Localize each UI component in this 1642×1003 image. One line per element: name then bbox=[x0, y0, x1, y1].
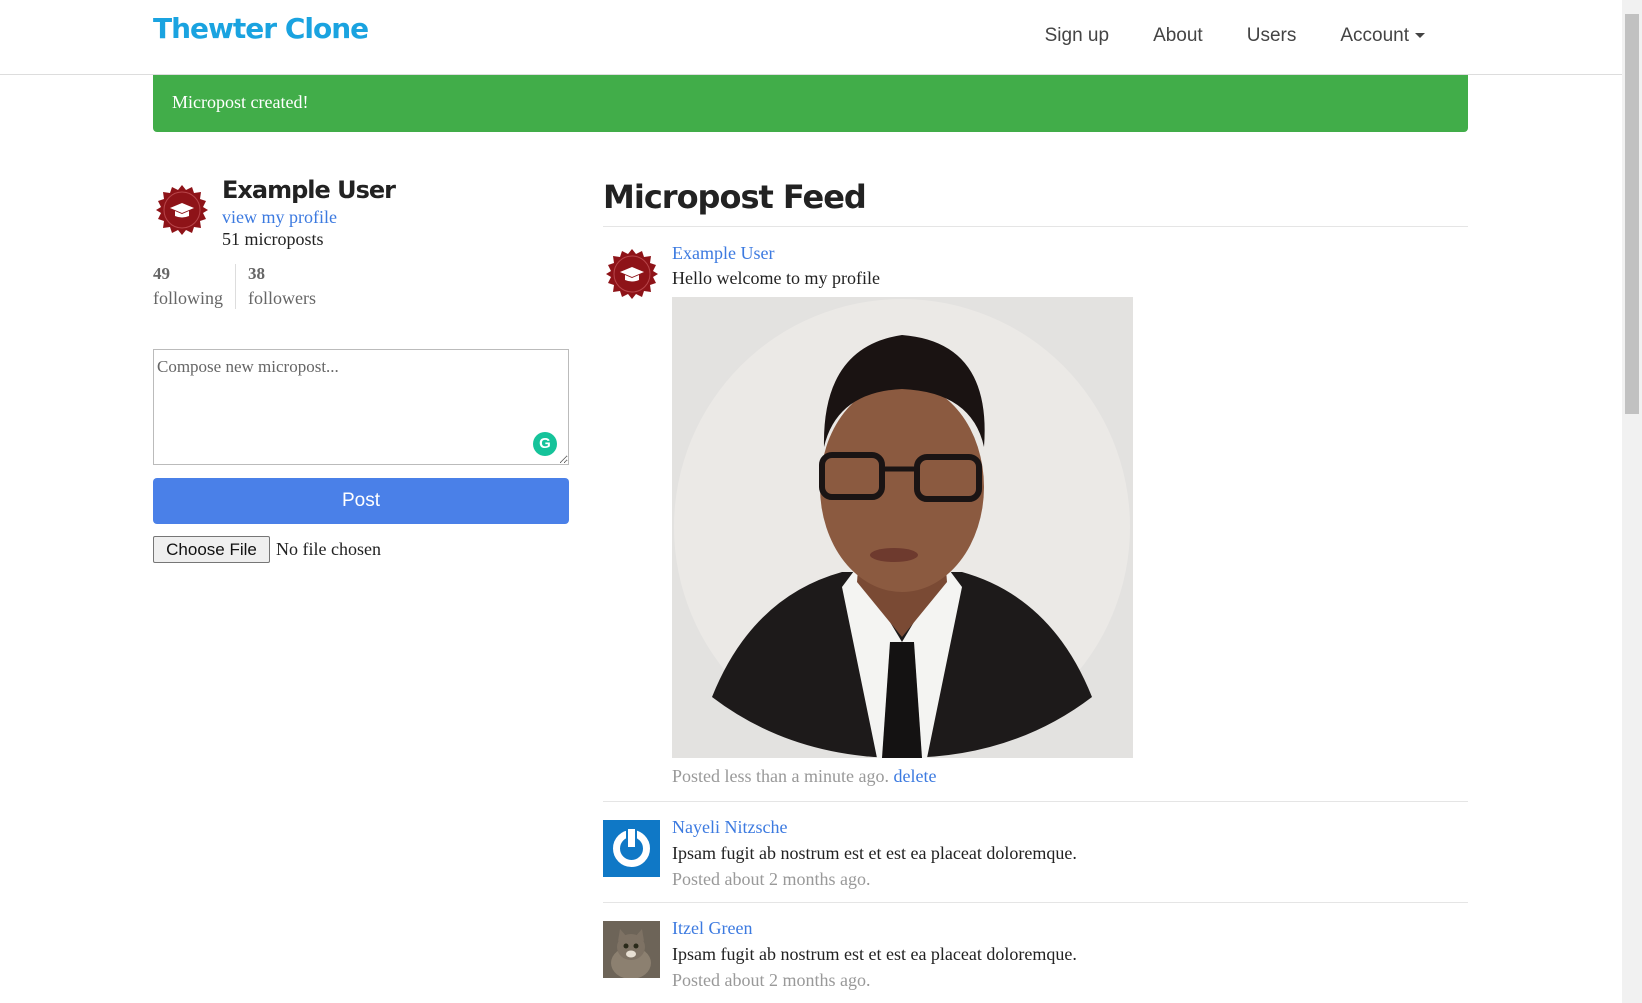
following-count: 49 bbox=[153, 264, 170, 283]
feed-divider bbox=[603, 226, 1468, 227]
file-status: No file chosen bbox=[276, 539, 381, 559]
compose-micropost-input[interactable] bbox=[153, 349, 569, 465]
cat-eye-right bbox=[633, 943, 639, 949]
post-button[interactable]: Post bbox=[153, 478, 569, 524]
post-meta: Posted less than a minute ago. delete bbox=[672, 766, 936, 787]
grammarly-icon[interactable]: G bbox=[533, 432, 557, 456]
post-avatar[interactable] bbox=[603, 820, 660, 877]
feed-title: Micropost Feed bbox=[603, 178, 867, 216]
post-avatar[interactable] bbox=[606, 248, 658, 300]
view-profile-link[interactable]: view my profile bbox=[222, 207, 337, 228]
post-user-link[interactable]: Itzel Green bbox=[672, 918, 752, 939]
delete-post-link[interactable]: delete bbox=[893, 766, 936, 786]
feed-divider bbox=[603, 801, 1468, 802]
cat-eye-left bbox=[623, 943, 629, 949]
followers-stat[interactable]: 38 followers bbox=[235, 264, 328, 309]
sidebar-user-name: Example User bbox=[222, 176, 396, 204]
post-content: Hello welcome to my profile bbox=[672, 268, 880, 288]
post-content: Ipsam fugit ab nostrum est et est ea pla… bbox=[672, 944, 1077, 964]
followers-label: followers bbox=[248, 288, 316, 308]
post-image[interactable] bbox=[672, 297, 1133, 758]
micropost-count: 51 microposts bbox=[222, 229, 324, 249]
navbar: Thewter Clone Sign up About Users Accoun… bbox=[0, 0, 1622, 75]
nav-about[interactable]: About bbox=[1153, 25, 1203, 47]
post-timestamp: Posted less than a minute ago. bbox=[672, 766, 889, 786]
following-label: following bbox=[153, 288, 223, 308]
post-avatar[interactable] bbox=[603, 921, 660, 978]
nav-signup[interactable]: Sign up bbox=[1045, 25, 1109, 47]
power-line bbox=[628, 829, 635, 847]
following-stat[interactable]: 49 following bbox=[153, 264, 235, 309]
caret-down-icon bbox=[1415, 33, 1425, 39]
user-avatar[interactable] bbox=[156, 184, 208, 236]
page-scrollbar[interactable] bbox=[1622, 0, 1642, 1003]
post-user-link[interactable]: Nayeli Nitzsche bbox=[672, 817, 787, 838]
feed-divider bbox=[603, 902, 1468, 903]
brand-logo[interactable]: Thewter Clone bbox=[153, 12, 369, 45]
cat-muzzle bbox=[626, 950, 636, 958]
nav-users[interactable]: Users bbox=[1247, 25, 1297, 47]
scrollbar-thumb[interactable] bbox=[1625, 14, 1639, 414]
followers-count: 38 bbox=[248, 264, 265, 283]
choose-file-button[interactable]: Choose File bbox=[153, 536, 270, 563]
nav-links: Sign up About Users Account bbox=[1001, 25, 1425, 47]
nav-account-dropdown[interactable]: Account bbox=[1340, 25, 1425, 47]
post-content: Ipsam fugit ab nostrum est et est ea pla… bbox=[672, 843, 1077, 863]
success-alert: Micropost created! bbox=[153, 75, 1468, 132]
follow-stats: 49 following 38 followers bbox=[153, 264, 328, 309]
post-timestamp: Posted about 2 months ago. bbox=[672, 869, 871, 889]
nav-account-label: Account bbox=[1340, 25, 1409, 46]
post-user-link[interactable]: Example User bbox=[672, 243, 774, 264]
mouth bbox=[870, 548, 918, 562]
post-timestamp: Posted about 2 months ago. bbox=[672, 970, 871, 990]
